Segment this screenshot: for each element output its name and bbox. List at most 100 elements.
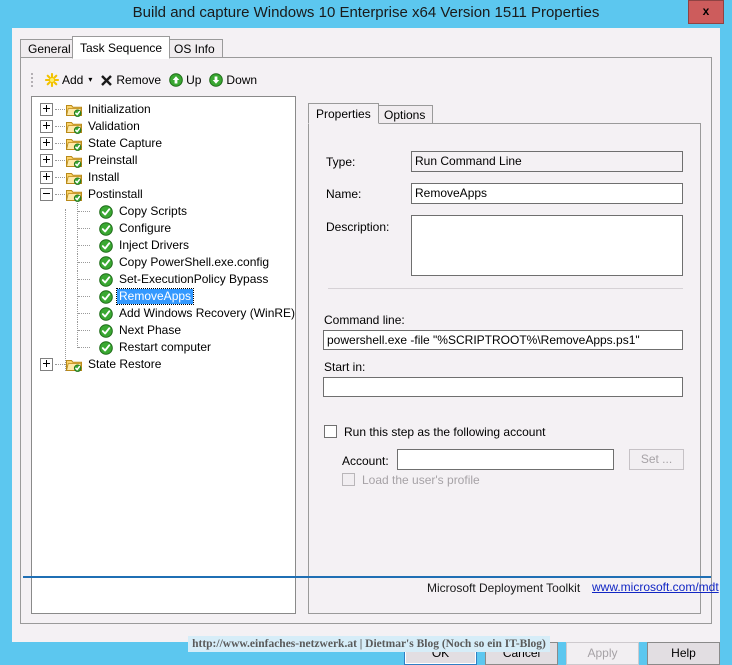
tree-item-label: Copy Scripts: [119, 204, 188, 218]
tree-item-label: Initialization: [88, 102, 151, 116]
properties-tab-panel: Type: Run Command Line Name: RemoveApps …: [308, 123, 701, 614]
task-sequence-panel: Add ▾ Remove Up Down Initialization Vali…: [20, 57, 719, 624]
tree-item[interactable]: Inject Drivers: [32, 237, 295, 254]
remove-x-icon: [100, 74, 113, 87]
remove-button[interactable]: Remove: [96, 69, 165, 91]
tree-connector: [77, 288, 99, 305]
move-down-button[interactable]: Down: [205, 69, 261, 91]
tree-item[interactable]: Copy PowerShell.exe.config: [32, 254, 295, 271]
tree-connector: [55, 363, 65, 366]
move-up-label: Up: [186, 73, 202, 87]
mdt-brand-text: Microsoft Deployment Toolkit: [427, 581, 581, 595]
tree-item-label: State Restore: [88, 357, 162, 371]
green-check-icon: [99, 340, 113, 355]
tree-item[interactable]: State Restore: [32, 356, 295, 373]
tree-connector: [77, 271, 99, 288]
tree-connector: [55, 142, 65, 145]
run-as-account-label: Run this step as the following account: [344, 425, 546, 439]
tree-expander-plus-icon[interactable]: [40, 154, 53, 167]
properties-dialog-window: Build and capture Windows 10 Enterprise …: [0, 0, 732, 665]
tab-general[interactable]: General: [20, 39, 79, 58]
description-input[interactable]: [411, 215, 683, 276]
green-check-icon: [99, 204, 113, 219]
set-account-button[interactable]: Set ...: [629, 449, 684, 470]
tree-expander-minus-icon[interactable]: [40, 188, 53, 201]
tree-expander-plus-icon[interactable]: [40, 358, 53, 371]
type-value: Run Command Line: [411, 151, 683, 172]
load-user-profile-label: Load the user's profile: [362, 473, 480, 487]
tree-item[interactable]: Initialization: [32, 101, 295, 118]
tree-item[interactable]: Install: [32, 169, 295, 186]
tree-expander-plus-icon[interactable]: [40, 120, 53, 133]
tree-item[interactable]: Set-ExecutionPolicy Bypass: [32, 271, 295, 288]
tree-item[interactable]: Copy Scripts: [32, 203, 295, 220]
move-up-button[interactable]: Up: [165, 69, 205, 91]
load-user-profile-checkbox[interactable]: [342, 473, 355, 486]
add-dropdown-caret-icon[interactable]: ▾: [88, 76, 92, 84]
name-label: Name:: [326, 187, 362, 201]
toolbar-grip: [31, 72, 39, 88]
tree-connector: [55, 193, 65, 196]
tree-connector: [77, 339, 99, 356]
folder-check-icon: [66, 358, 82, 372]
tree-item[interactable]: RemoveApps: [32, 288, 295, 305]
tree-item[interactable]: State Capture: [32, 135, 295, 152]
tree-item-label: Add Windows Recovery (WinRE): [119, 306, 296, 320]
step-properties-pane: Properties Options Type: Run Command Lin…: [308, 103, 701, 614]
tree-connector: [55, 125, 65, 128]
start-in-input[interactable]: [323, 377, 683, 397]
add-star-icon: [45, 73, 59, 87]
tab-properties[interactable]: Properties: [308, 103, 379, 124]
tree-item[interactable]: Next Phase: [32, 322, 295, 339]
close-button[interactable]: x: [688, 0, 724, 24]
tree-item[interactable]: Add Windows Recovery (WinRE): [32, 305, 295, 322]
tree-item[interactable]: Validation: [32, 118, 295, 135]
folder-check-icon: [66, 154, 82, 168]
tree-item[interactable]: Restart computer: [32, 339, 295, 356]
tree-item-label: Postinstall: [88, 187, 143, 201]
add-button[interactable]: Add ▾: [41, 69, 96, 91]
tree-item-label: Next Phase: [119, 323, 182, 337]
tree-item-label: RemoveApps: [115, 288, 195, 305]
task-sequence-tree[interactable]: Initialization Validation State Capture Pre…: [31, 96, 296, 614]
tree-expander-plus-icon[interactable]: [40, 137, 53, 150]
command-line-input[interactable]: powershell.exe -file "%SCRIPTROOT%\Remov…: [323, 330, 683, 350]
mdt-website-link[interactable]: www.microsoft.com/mdt: [592, 580, 719, 594]
start-in-label: Start in:: [324, 360, 366, 374]
folder-check-icon: [66, 103, 82, 117]
dialog-client-area: General Task Sequence OS Info Add ▾ Remo…: [12, 28, 720, 665]
tree-expander-plus-icon[interactable]: [40, 171, 53, 184]
tree-item-label: Set-ExecutionPolicy Bypass: [119, 272, 269, 286]
tab-os-info[interactable]: OS Info: [166, 39, 223, 58]
remove-button-label: Remove: [116, 73, 162, 87]
tab-task-sequence[interactable]: Task Sequence: [72, 36, 171, 59]
window-title: Build and capture Windows 10 Enterprise …: [132, 4, 600, 21]
tree-item-label: Preinstall: [88, 153, 138, 167]
move-down-label: Down: [226, 73, 258, 87]
tree-toolbar: Add ▾ Remove Up Down: [31, 68, 296, 92]
tree-item-label: State Capture: [88, 136, 163, 150]
tree-item[interactable]: Configure: [32, 220, 295, 237]
tree-item[interactable]: Preinstall: [32, 152, 295, 169]
tree-connector: [77, 322, 99, 339]
description-label: Description:: [326, 220, 390, 234]
tree-connector: [55, 176, 65, 179]
name-input[interactable]: RemoveApps: [411, 183, 683, 204]
green-check-icon: [99, 306, 113, 321]
tree-connector: [55, 108, 65, 111]
folder-check-icon: [66, 171, 82, 185]
tree-connector: [55, 159, 65, 162]
folder-check-icon: [66, 137, 82, 151]
run-as-account-checkbox[interactable]: [324, 425, 337, 438]
account-label: Account:: [342, 454, 389, 468]
tree-item-label: Copy PowerShell.exe.config: [119, 255, 270, 269]
tree-item-label: Configure: [119, 221, 172, 235]
tab-options[interactable]: Options: [376, 105, 434, 123]
account-input[interactable]: [397, 449, 614, 470]
tree-item-label: Install: [88, 170, 120, 184]
tree-item[interactable]: Postinstall: [32, 186, 295, 203]
tree-item-label: Restart computer: [119, 340, 212, 354]
tree-expander-plus-icon[interactable]: [40, 103, 53, 116]
command-line-label: Command line:: [324, 313, 405, 327]
mdt-rule: [23, 576, 711, 578]
